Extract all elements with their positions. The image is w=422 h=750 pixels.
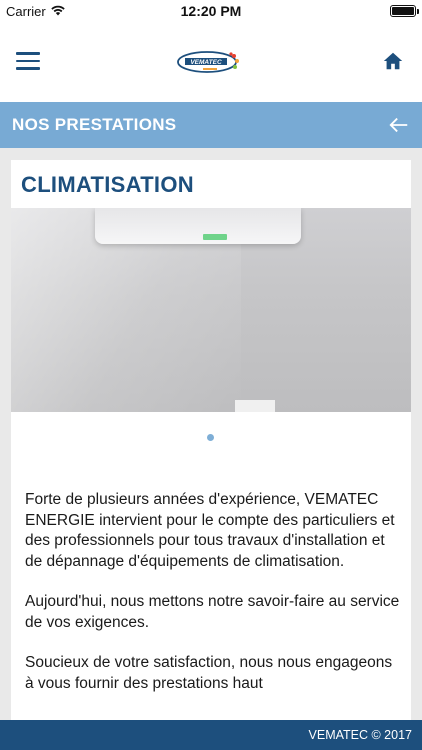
footer-bar: VEMATEC © 2017 bbox=[0, 720, 422, 750]
svg-text:VEMATEC: VEMATEC bbox=[190, 59, 222, 66]
section-title: NOS PRESTATIONS bbox=[12, 115, 177, 134]
service-card: CLIMATISATION Forte de plusieurs années … bbox=[11, 160, 411, 740]
carousel-page-indicator[interactable] bbox=[207, 434, 214, 441]
battery-icon bbox=[390, 5, 419, 17]
battery-level bbox=[392, 7, 414, 15]
copyright-text: VEMATEC © 2017 bbox=[308, 728, 412, 742]
card-title: CLIMATISATION bbox=[21, 172, 194, 197]
paragraph: Aujourd'hui, nous mettons notre savoir-f… bbox=[25, 593, 400, 631]
hero-image-air-conditioner[interactable] bbox=[11, 208, 411, 412]
paragraph: Forte de plusieurs années d'expérience, … bbox=[25, 491, 395, 570]
status-time: 12:20 PM bbox=[180, 3, 242, 19]
vematec-logo[interactable]: VEMATEC bbox=[177, 50, 245, 74]
home-icon[interactable] bbox=[382, 50, 404, 72]
status-bar: Carrier 12:20 PM bbox=[0, 0, 422, 22]
section-header: NOS PRESTATIONS bbox=[0, 102, 422, 148]
top-nav-bar: VEMATEC bbox=[0, 22, 422, 102]
card-description: Forte de plusieurs années d'expérience, … bbox=[25, 490, 401, 714]
paragraph: Soucieux de votre satisfaction, nous nou… bbox=[25, 654, 393, 692]
air-conditioner-unit bbox=[95, 208, 301, 244]
arrow-left-icon[interactable] bbox=[388, 114, 410, 136]
hamburger-menu-icon[interactable] bbox=[16, 52, 40, 72]
